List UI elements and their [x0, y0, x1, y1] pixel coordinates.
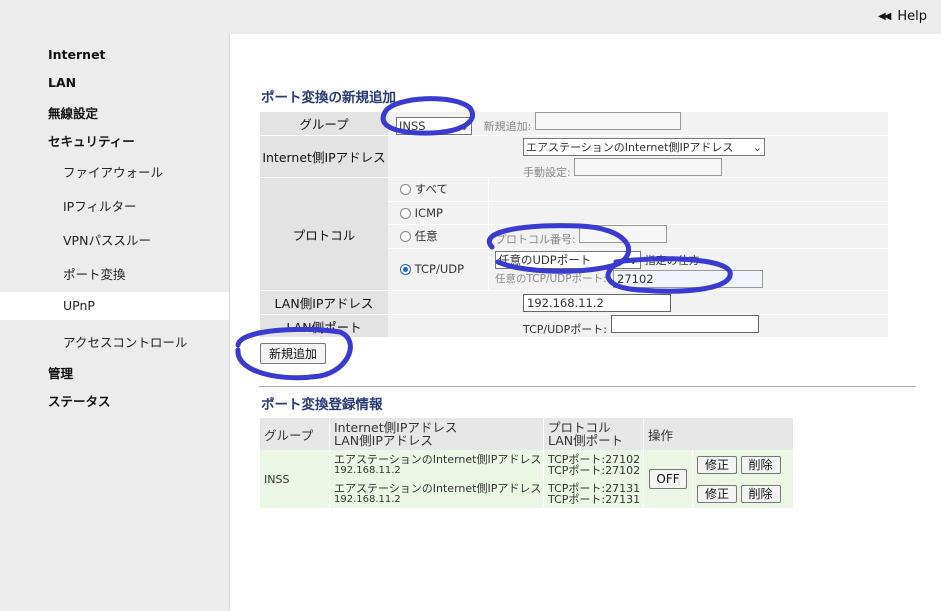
- sidebar-item-ip-filter[interactable]: IPフィルター: [63, 196, 136, 215]
- sidebar-item-internet[interactable]: Internet: [48, 47, 106, 62]
- col-lan-ip: LAN側IPアドレス: [334, 433, 433, 448]
- lan-ip-input[interactable]: 192.168.11.2: [523, 293, 671, 312]
- protocol-number-input[interactable]: [579, 225, 668, 243]
- row-internet-ip: エアステーションのInternet側IPアドレス: [334, 481, 542, 495]
- row-protocol: TCPポート:27102: [548, 452, 641, 466]
- radio-protocol-any[interactable]: [400, 231, 411, 242]
- sidebar-item-firewall[interactable]: ファイアウォール: [63, 162, 163, 181]
- row-group: INSS: [264, 472, 290, 486]
- protocol-all-label: すべて: [414, 182, 448, 197]
- internet-ip-select[interactable]: エアステーションのInternet側IPアドレス ⌄: [523, 138, 765, 156]
- add-new-button[interactable]: 新規追加: [260, 343, 326, 364]
- sidebar-item-status[interactable]: ステータス: [48, 391, 111, 410]
- table-row: エアステーションのInternet側IPアドレス 192.168.11.2: [329, 450, 544, 479]
- sidebar-item-vpn-passthrough[interactable]: VPNパススルー: [63, 230, 151, 249]
- radio-protocol-all[interactable]: [400, 184, 411, 196]
- row-lan-ip: 192.168.11.2: [334, 464, 401, 476]
- edit-button[interactable]: 修正: [697, 455, 737, 474]
- group-label: グループ: [260, 112, 388, 136]
- help-label: Help: [897, 9, 927, 24]
- off-button[interactable]: OFF: [649, 469, 687, 489]
- radio-protocol-icmp[interactable]: [400, 207, 411, 219]
- port-type-select[interactable]: 任意のUDPポート ⌄: [495, 250, 641, 269]
- double-arrow-left-icon: ◀◀: [877, 11, 891, 22]
- table-row: エアステーションのInternet側IPアドレス 192.168.11.2: [329, 479, 544, 508]
- lan-port-sub-label: TCP/UDPポート:: [523, 323, 607, 336]
- protocol-icmp-label: ICMP: [414, 205, 443, 220]
- port-type-select-value: 任意のUDPポート: [498, 252, 592, 267]
- sidebar-item-port-forwarding[interactable]: ポート変換: [63, 264, 126, 283]
- manual-label: 手動設定:: [523, 166, 571, 179]
- protocol-any-label: 任意: [414, 229, 438, 243]
- protocol-label: プロトコル: [260, 177, 388, 291]
- row-internet-ip: エアステーションのInternet側IPアドレス: [334, 452, 542, 466]
- group-select-value: INSS: [399, 119, 426, 133]
- internet-ip-label: Internet側IPアドレス: [260, 135, 388, 178]
- sidebar-item-security[interactable]: セキュリティー: [48, 131, 135, 150]
- sidebar-item-lan[interactable]: LAN: [48, 75, 76, 90]
- chevron-down-icon: ⌄: [752, 140, 762, 154]
- chevron-down-icon: ⌄: [459, 119, 469, 133]
- lan-ip-label: LAN側IPアドレス: [260, 290, 388, 315]
- radio-protocol-tcpudp[interactable]: [400, 264, 411, 276]
- sidebar: Internet LAN 無線設定 セキュリティー ファイアウォール IPフィル…: [0, 34, 229, 611]
- protocol-number-label: プロトコル番号:: [495, 233, 576, 246]
- col-operation: 操作: [643, 418, 793, 450]
- row-protocol: TCPポート:27131: [548, 481, 641, 495]
- port-specify-label: 指定の仕方: [644, 253, 700, 267]
- new-group-input[interactable]: [535, 112, 682, 130]
- new-add-label: 新規追加:: [483, 120, 532, 133]
- sidebar-item-management[interactable]: 管理: [48, 363, 73, 382]
- row-lan-port: TCPポート:27102: [548, 463, 641, 477]
- delete-button[interactable]: 削除: [740, 455, 781, 474]
- sidebar-item-access-control[interactable]: アクセスコントロール: [63, 332, 187, 351]
- lan-port-input[interactable]: [610, 315, 759, 333]
- internet-ip-select-value: エアステーションのInternet側IPアドレス: [526, 141, 734, 154]
- any-port-label: 任意のTCP/UDPポート:: [495, 272, 607, 285]
- col-lan-port: LAN側ポート: [548, 433, 624, 448]
- edit-button[interactable]: 修正: [697, 484, 737, 503]
- row-lan-port: TCPポート:27131: [548, 492, 641, 506]
- sidebar-item-upnp[interactable]: UPnP: [63, 298, 95, 313]
- top-bar: ◀◀ Help: [0, 0, 941, 34]
- sidebar-active-highlight: [0, 292, 229, 320]
- col-group: グループ: [264, 427, 314, 443]
- group-select[interactable]: INSS ⌄: [396, 117, 472, 135]
- port-forward-form: グループ INSS ⌄ 新規追加: Internet側IPアドレス エアステーショ…: [260, 112, 888, 337]
- registered-section-title: ポート変換登録情報: [261, 397, 383, 413]
- section-divider: [259, 386, 916, 387]
- row-lan-ip: 192.168.11.2: [334, 493, 401, 505]
- sidebar-item-wireless[interactable]: 無線設定: [48, 103, 98, 122]
- manual-ip-input[interactable]: [574, 158, 723, 176]
- protocol-tcpudp-label: TCP/UDP: [414, 262, 465, 277]
- lan-port-label: LAN側ポート: [260, 314, 388, 337]
- help-link[interactable]: ◀◀ Help: [878, 9, 927, 24]
- add-section-title: ポート変換の新規追加: [261, 90, 396, 106]
- delete-button[interactable]: 削除: [740, 484, 781, 503]
- any-port-input[interactable]: 27102: [613, 269, 763, 288]
- registered-table: グループ Internet側IPアドレス LAN側IPアドレス プロトコル LA…: [260, 418, 793, 508]
- chevron-down-icon: ⌄: [628, 252, 638, 267]
